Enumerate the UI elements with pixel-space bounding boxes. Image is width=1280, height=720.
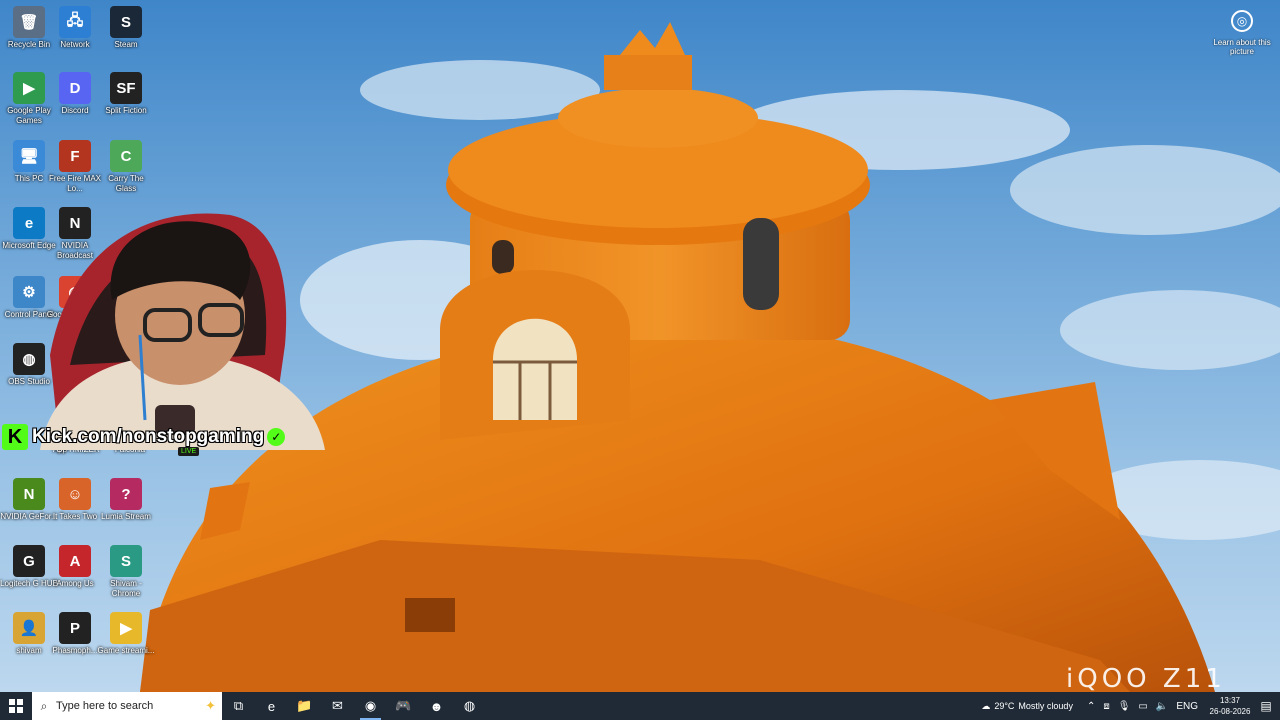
weather-temp: 29°C (994, 701, 1015, 711)
desktop-icon[interactable]: ▶ Game streami... (97, 612, 155, 656)
desktop-icon-label: Split Fiction (105, 106, 147, 115)
app-icon: A (59, 545, 91, 577)
clock[interactable]: 13:37 26-08-2026 (1208, 695, 1252, 717)
learn-about-picture-label: Learn about this picture (1213, 38, 1271, 56)
weather-widget[interactable]: ☁ 29°C Mostly cloudy (977, 701, 1073, 712)
app-icon: G (13, 545, 45, 577)
desktop-icon[interactable]: SF Split Fiction (97, 72, 155, 116)
app-icon: ▶ (13, 72, 45, 104)
start-button[interactable] (0, 692, 32, 720)
verified-check-icon: ✓ (267, 428, 286, 446)
search-icon: ⌕ (40, 698, 48, 713)
kick-banner: K Kick.com/nonstopgaming ✓ (2, 423, 286, 451)
kick-channel-text: Kick.com/nonstopgaming (32, 426, 265, 447)
mail-icon[interactable]: ✉ (321, 692, 354, 720)
desktop-icon-label: Carry The Glass (108, 174, 144, 193)
language-indicator[interactable]: ENG (1176, 701, 1198, 712)
taskbar-apps: ⧉ e 📁 ✉ ◉ 🎮 ☻ ◍ (222, 692, 486, 720)
cloud-icon: ☁ (981, 700, 991, 711)
app-icon: C (110, 140, 142, 172)
app-icon: 👤 (13, 612, 45, 644)
live-badge: LIVE (178, 447, 200, 456)
desktop-icon[interactable]: ? Lumia Stream (97, 478, 155, 522)
desktop-icon-label: Phasmoph... (52, 646, 98, 655)
notification-icon[interactable]: ▤ (1252, 699, 1280, 713)
search-highlight-icon: ✦ (205, 698, 216, 713)
learn-about-picture[interactable]: ◎ Learn about this picture (1212, 10, 1272, 56)
desktop-icon[interactable]: A Among Us (46, 545, 104, 589)
app-icon: D (59, 72, 91, 104)
desktop-icon[interactable]: C Carry The Glass (97, 140, 155, 194)
desktop-icon[interactable]: P Phasmoph... (46, 612, 104, 656)
weather-desc: Mostly cloudy (1018, 701, 1073, 711)
system-tray: ☁ 29°C Mostly cloudy ⌃ ⧈ 🎙 ▭ 🔈 ENG 13:37… (977, 692, 1280, 720)
desktop-icon[interactable]: ☺ It Takes Two (46, 478, 104, 522)
desktop-icon-label: It Takes Two (52, 512, 98, 521)
desktop-icon[interactable]: 🖧 Network (46, 6, 104, 50)
desktop-icon[interactable]: S Steam (97, 6, 155, 50)
webcam-overlay (30, 205, 325, 450)
edge-icon[interactable]: e (255, 692, 288, 720)
network-icon[interactable]: ⧈ (1103, 701, 1109, 712)
camera-icon: ◎ (1231, 10, 1253, 32)
search-placeholder: Type here to search (56, 700, 154, 712)
game-icon[interactable]: 🎮 (387, 692, 420, 720)
app-icon: F (59, 140, 91, 172)
desktop-icon-label: Among Us (56, 579, 94, 588)
chevron-up-icon[interactable]: ⌃ (1087, 701, 1095, 712)
app-icon: 🖥 (13, 140, 45, 172)
taskbar-search-box[interactable]: ⌕ Type here to search ✦ (32, 692, 222, 720)
app-icon: ? (110, 478, 142, 510)
app-icon: 🗑 (13, 6, 45, 38)
app-icon: N (13, 478, 45, 510)
app-icon: ▶ (110, 612, 142, 644)
kick-logo-icon: K (2, 424, 28, 450)
device-watermark: iQOO Z11 (1066, 664, 1226, 694)
clock-date: 26-08-2026 (1209, 707, 1251, 716)
file-explorer-icon[interactable]: 📁 (288, 692, 321, 720)
app-icon: ☺ (59, 478, 91, 510)
taskbar: ⌕ Type here to search ✦ ⧉ e 📁 ✉ ◉ 🎮 ☻ ◍ ☁ 29°C … (0, 692, 1280, 720)
notes-icon[interactable]: ☻ (420, 692, 453, 720)
microphone-icon[interactable]: 🎙 (1118, 701, 1131, 712)
clock-time: 13:37 (1219, 696, 1241, 705)
task-view-icon[interactable]: ⧉ (222, 692, 255, 720)
windows-logo-icon (9, 699, 23, 713)
desktop-icon-label: Discord (61, 106, 89, 115)
desktop-icon[interactable]: F Free Fire MAX Lo... (46, 140, 104, 194)
app-icon: P (59, 612, 91, 644)
desktop-icon-label: Shivam - Chrome (110, 579, 142, 598)
display-icon[interactable]: ▭ (1138, 701, 1147, 712)
desktop-icon-label: Lumia Stream (101, 512, 151, 521)
app-icon: S (110, 6, 142, 38)
obs-icon[interactable]: ◍ (453, 692, 486, 720)
desktop-icon-label: Network (60, 40, 90, 49)
desktop-icon[interactable]: S Shivam - Chrome (97, 545, 155, 599)
app-icon: SF (110, 72, 142, 104)
app-icon: 🖧 (59, 6, 91, 38)
app-icon: S (110, 545, 142, 577)
volume-icon[interactable]: 🔈 (1156, 701, 1168, 712)
desktop-icon-label: Steam (114, 40, 138, 49)
desktop-icon-label: Game streami... (97, 646, 155, 655)
desktop-icon-label: Free Fire MAX Lo... (48, 174, 101, 193)
chrome-icon[interactable]: ◉ (354, 692, 387, 720)
desktop-icon[interactable]: D Discord (46, 72, 104, 116)
